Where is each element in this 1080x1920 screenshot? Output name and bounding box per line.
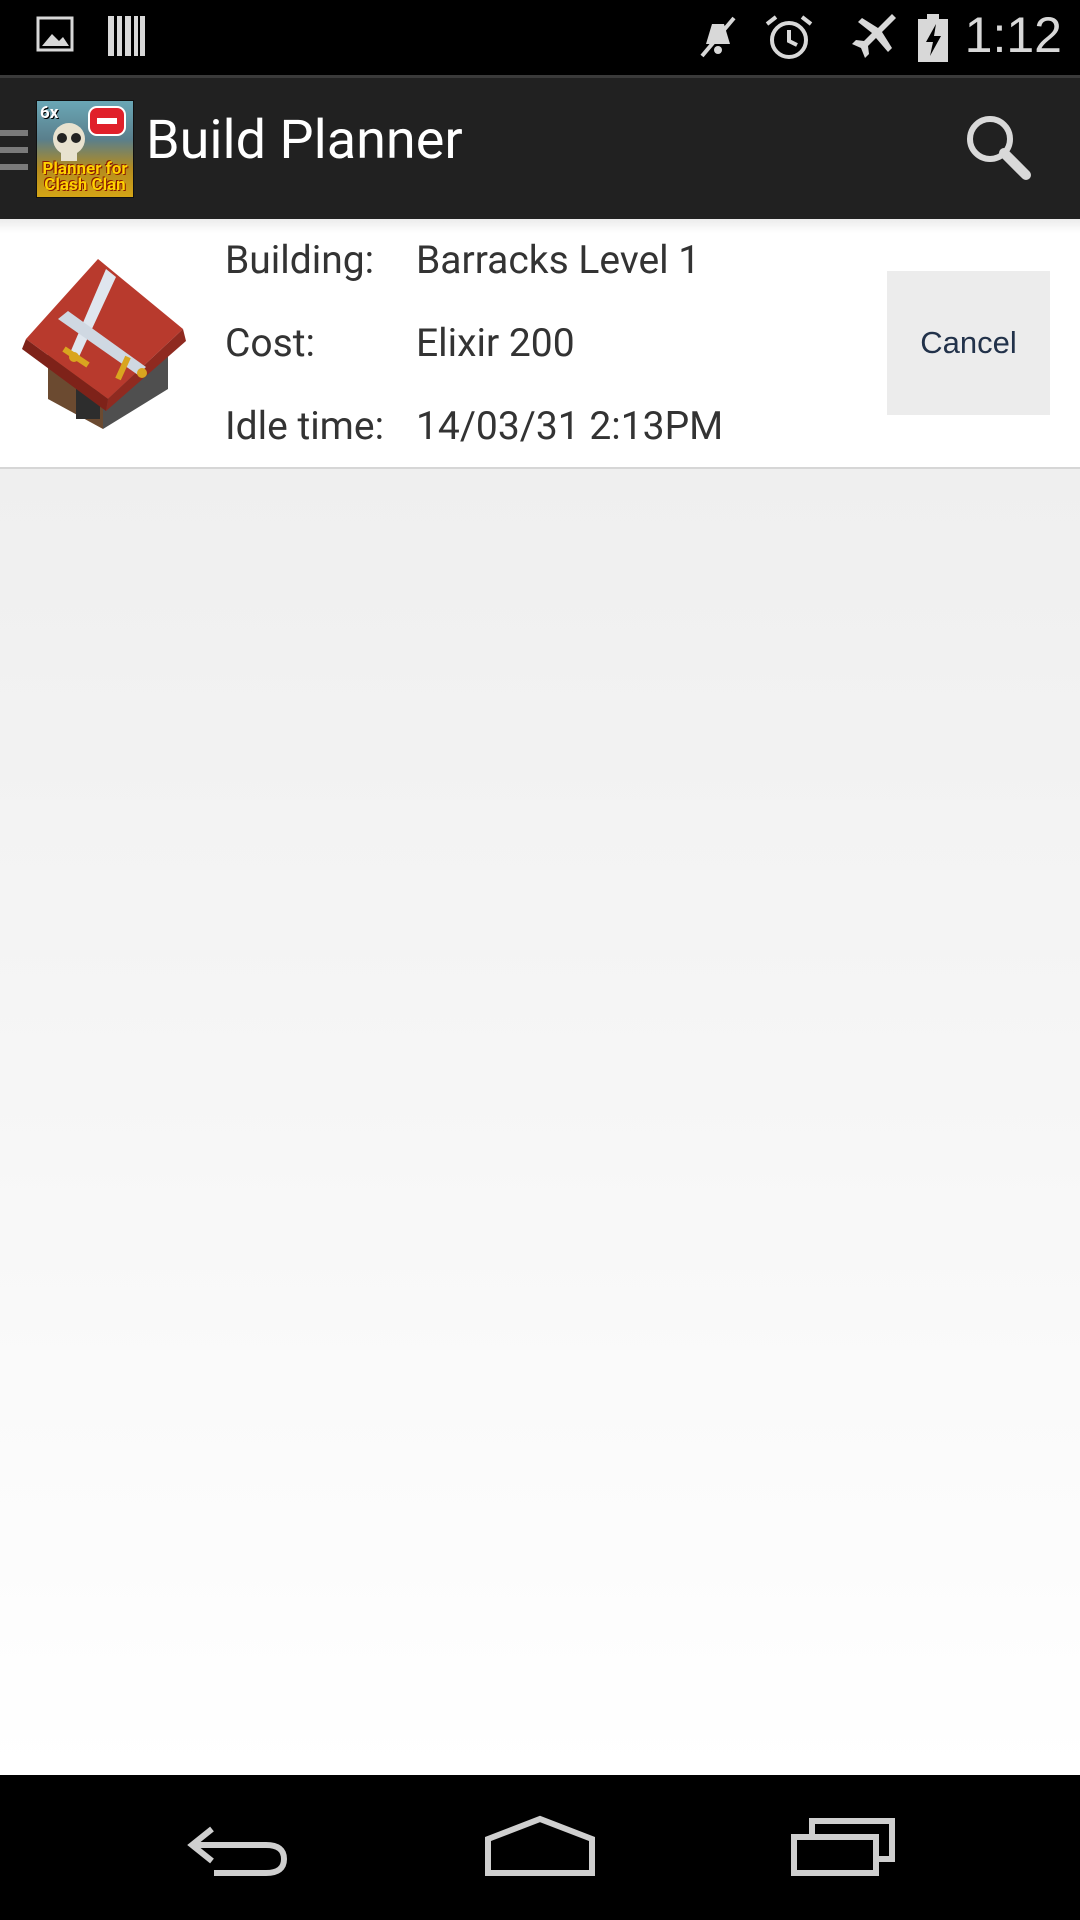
status-bar: 1:12 (0, 0, 1080, 75)
app-logo-text: Planner for Clash Clan (42, 159, 128, 195)
picture-notification-icon (36, 14, 74, 58)
recents-icon[interactable] (790, 1815, 896, 1883)
drawer-indicator-icon[interactable] (0, 128, 30, 176)
building-label: Building: (225, 237, 375, 283)
battery-charging-icon (918, 14, 948, 66)
status-time: 1:12 (964, 7, 1062, 63)
build-list-item: Building: Barracks Level 1 Cost: Elixir … (0, 219, 1080, 469)
alarm-icon (764, 14, 814, 66)
barracks-icon (18, 249, 188, 438)
back-icon[interactable] (186, 1815, 290, 1883)
airplane-mode-icon (852, 14, 900, 66)
building-value: Barracks Level 1 (416, 237, 701, 283)
search-icon[interactable] (964, 113, 1032, 185)
action-bar: 6x Planner for Clash Clan Build Planner (0, 75, 1080, 219)
page-title: Build Planner (146, 109, 463, 172)
content-area: Building: Barracks Level 1 Cost: Elixir … (0, 219, 1080, 1775)
idle-time-label: Idle time: (225, 403, 385, 449)
app-logo[interactable]: 6x Planner for Clash Clan (36, 100, 134, 198)
cost-label: Cost: (225, 320, 315, 366)
cancel-button[interactable]: Cancel (887, 271, 1050, 415)
app-logo-emblem (88, 106, 126, 136)
home-icon[interactable] (484, 1815, 596, 1883)
barcode-notification-icon (106, 14, 146, 62)
idle-time-value: 14/03/31 2:13PM (416, 403, 724, 449)
app-logo-badge: 6x (40, 103, 59, 123)
mute-icon (696, 14, 740, 64)
navigation-bar (0, 1775, 1080, 1920)
cost-value: Elixir 200 (416, 320, 575, 366)
